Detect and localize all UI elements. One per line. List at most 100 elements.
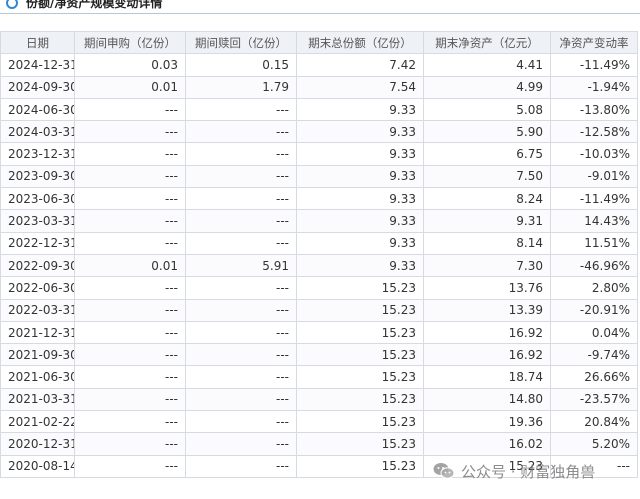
table-cell: 9.33 (296, 164, 424, 189)
table-cell: 14.80 (423, 387, 551, 412)
table-row: 2021-12-31 --- --- 15.23 16.92 0.04% (0, 320, 638, 345)
table-cell: 9.33 (296, 187, 424, 211)
col-header-date: 日期 (0, 30, 75, 55)
table-cell: -23.57% (550, 387, 638, 412)
table-cell: 15.23 (296, 320, 424, 345)
table-cell: 13.76 (423, 276, 551, 300)
table-cell: -20.91% (550, 298, 638, 322)
table-cell: --- (185, 387, 297, 412)
table-cell: --- (185, 276, 297, 300)
table-cell: 7.54 (296, 75, 424, 99)
table-cell: 5.20% (550, 432, 638, 456)
table-cell: 8.14 (423, 231, 551, 255)
table-cell: 5.91 (185, 253, 297, 278)
table-cell: 15.23 (296, 298, 424, 322)
table-cell: 8.24 (423, 187, 551, 211)
table-cell: 7.30 (423, 253, 551, 278)
table-cell: 15.23 (296, 410, 424, 434)
table-cell: --- (185, 209, 297, 233)
table-cell: --- (74, 187, 186, 211)
table-cell: --- (185, 454, 297, 478)
table-cell: 19.36 (423, 410, 551, 434)
table-cell: 18.74 (423, 365, 551, 389)
table-cell: 9.33 (296, 142, 424, 166)
table-cell: --- (74, 97, 186, 122)
table-cell: --- (74, 432, 186, 456)
table-cell: 2021-12-31 (0, 320, 75, 345)
table-cell: --- (185, 298, 297, 322)
table-cell: 9.33 (296, 253, 424, 278)
table-cell: --- (185, 164, 297, 189)
table-cell: --- (185, 231, 297, 255)
table-cell: --- (185, 410, 297, 434)
table-cell: --- (74, 410, 186, 434)
table-header-row: 日期 期间申购（亿份） 期间赎回（亿份） 期末总份额（亿份） 期末净资产（亿元）… (0, 30, 638, 55)
col-header-change-rate: 净资产变动率 (550, 30, 638, 55)
table-cell: 2021-02-22 (0, 410, 75, 434)
table-cell: 26.66% (550, 365, 638, 389)
table-cell: 2022-03-31 (0, 298, 75, 322)
table-cell: -9.74% (550, 343, 638, 367)
table-row: 2023-12-31 --- --- 9.33 6.75 -10.03% (0, 142, 638, 166)
table-cell: --- (185, 120, 297, 144)
table-row: 2024-09-30 0.01 1.79 7.54 4.99 -1.94% (0, 75, 638, 99)
table-cell: 2022-12-31 (0, 231, 75, 255)
table-row: 2021-06-30 --- --- 15.23 18.74 26.66% (0, 365, 638, 389)
table-cell: --- (74, 164, 186, 189)
table-cell: 2020-12-31 (0, 432, 75, 456)
table-cell: 2021-06-30 (0, 365, 75, 389)
table-row: 2022-03-31 --- --- 15.23 13.39 -20.91% (0, 298, 638, 322)
table-cell: 0.04% (550, 320, 638, 345)
table-cell: --- (74, 231, 186, 255)
table-row: 2024-12-31 0.03 0.15 7.42 4.41 -11.49% (0, 53, 638, 77)
table-cell: 0.01 (74, 75, 186, 99)
table-cell: --- (185, 432, 297, 456)
table-cell: --- (74, 120, 186, 144)
table-cell: 0.03 (74, 53, 186, 77)
table-cell: -9.01% (550, 164, 638, 189)
table-cell: 1.79 (185, 75, 297, 99)
table-cell: 2023-09-30 (0, 164, 75, 189)
table-cell: 7.50 (423, 164, 551, 189)
table-row: 2024-03-31 --- --- 9.33 5.90 -12.58% (0, 120, 638, 144)
table-cell: -46.96% (550, 253, 638, 278)
table-cell: 15.23 (296, 432, 424, 456)
table-cell: 5.90 (423, 120, 551, 144)
table-cell: 2023-12-31 (0, 142, 75, 166)
table-cell: 9.33 (296, 120, 424, 144)
table-cell: -10.03% (550, 142, 638, 166)
table-cell: --- (185, 343, 297, 367)
table-cell: 2022-09-30 (0, 253, 75, 278)
col-header-subscription: 期间申购（亿份） (74, 30, 186, 55)
table-cell: --- (74, 298, 186, 322)
table-cell: 15.23 (296, 387, 424, 412)
table-cell: 2024-12-31 (0, 53, 75, 77)
table-cell: 15.23 (296, 454, 424, 478)
table-cell: --- (185, 187, 297, 211)
table-cell: 2024-06-30 (0, 97, 75, 122)
table-cell: 15.23 (296, 365, 424, 389)
table-cell: 15.23 (296, 343, 424, 367)
table-cell: 2.80% (550, 276, 638, 300)
table-cell: -13.80% (550, 97, 638, 122)
table-cell: --- (74, 343, 186, 367)
table-cell: --- (74, 276, 186, 300)
table-cell: --- (74, 365, 186, 389)
table-cell: 2021-09-30 (0, 343, 75, 367)
table-row: 2020-12-31 --- --- 15.23 16.02 5.20% (0, 432, 638, 456)
table-cell: 16.92 (423, 320, 551, 345)
table-cell: 16.02 (423, 432, 551, 456)
table-cell: 6.75 (423, 142, 551, 166)
table-row: 2021-03-31 --- --- 15.23 14.80 -23.57% (0, 387, 638, 412)
table-cell: --- (74, 387, 186, 412)
table-row: 2021-09-30 --- --- 15.23 16.92 -9.74% (0, 343, 638, 367)
table-row: 2022-06-30 --- --- 15.23 13.76 2.80% (0, 276, 638, 300)
wechat-icon (433, 463, 455, 479)
table-cell: 15.23 (296, 276, 424, 300)
circle-bullet-icon (6, 0, 18, 9)
table-row: 2022-12-31 --- --- 9.33 8.14 11.51% (0, 231, 638, 255)
table-row: 2023-09-30 --- --- 9.33 7.50 -9.01% (0, 164, 638, 189)
section-title: 份额/净资产规模变动详情 (26, 0, 163, 10)
table-cell: 0.15 (185, 53, 297, 77)
table-cell: 9.33 (296, 209, 424, 233)
